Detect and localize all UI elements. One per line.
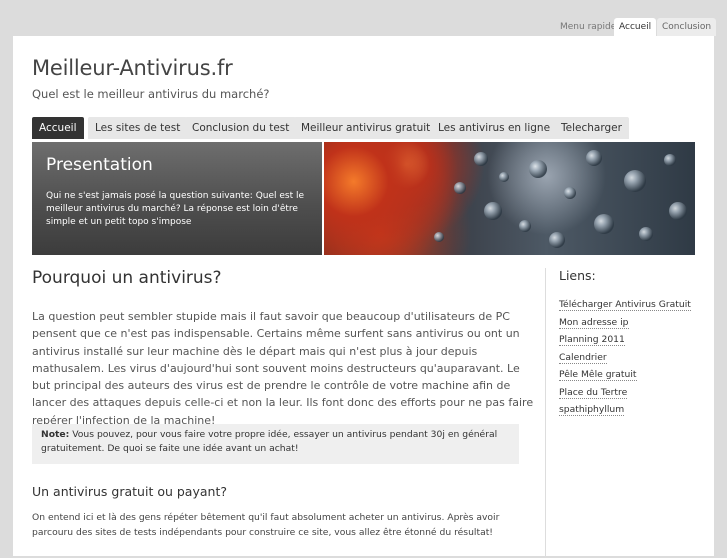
nav-item-telecharger[interactable]: Telecharger bbox=[554, 117, 629, 139]
nav-item-antivirus-en-ligne[interactable]: Les antivirus en ligne bbox=[431, 117, 558, 139]
nav-item-antivirus-gratuit[interactable]: Meilleur antivirus gratuit bbox=[294, 117, 438, 139]
quick-tab-accueil[interactable]: Accueil bbox=[614, 18, 657, 36]
note-text: Vous pouvez, pour vous faire votre propr… bbox=[41, 429, 498, 454]
article-subheading: Un antivirus gratuit ou payant? bbox=[32, 484, 227, 499]
sidebar-link[interactable]: Place du Tertre bbox=[559, 385, 699, 403]
banner-text: Qui ne s'est jamais posé la question sui… bbox=[46, 191, 305, 227]
article-paragraph: La question peut sembler stupide mais il… bbox=[32, 310, 534, 427]
banner-title: Presentation bbox=[46, 155, 153, 175]
banner-text-panel: Presentation Qui ne s'est jamais posé la… bbox=[32, 142, 322, 255]
sidebar-divider bbox=[545, 268, 546, 558]
note-label: Note: bbox=[41, 429, 70, 440]
quick-tab-conclusion[interactable]: Conclusion bbox=[657, 18, 717, 36]
nav-item-sites-de-test[interactable]: Les sites de test bbox=[88, 117, 188, 139]
sidebar-link[interactable]: Télécharger Antivirus Gratuit bbox=[559, 297, 699, 315]
site-tagline: Quel est le meilleur antivirus du marché… bbox=[32, 87, 270, 101]
top-bar: Menu rapide: Accueil Conclusion bbox=[0, 0, 727, 36]
quick-menu-label: Menu rapide: bbox=[560, 22, 620, 32]
page-container: Meilleur-Antivirus.fr Quel est le meille… bbox=[13, 36, 714, 558]
sidebar-link[interactable]: spathiphyllum bbox=[559, 402, 699, 420]
sidebar-title: Liens: bbox=[559, 268, 596, 283]
sidebar: Liens: Télécharger Antivirus Gratuit Mon… bbox=[559, 268, 699, 420]
presentation-banner: Presentation Qui ne s'est jamais posé la… bbox=[32, 142, 695, 255]
sidebar-link[interactable]: Mon adresse ip bbox=[559, 315, 699, 333]
banner-image bbox=[322, 142, 695, 255]
article-paragraph-2: On entend ici et là des gens répéter bêt… bbox=[32, 512, 500, 538]
sidebar-link[interactable]: Calendrier bbox=[559, 350, 699, 368]
note-box: Note: Vous pouvez, pour vous faire votre… bbox=[32, 424, 519, 464]
article-heading: Pourquoi un antivirus? bbox=[32, 268, 222, 288]
nav-item-conclusion-du-test[interactable]: Conclusion du test bbox=[185, 117, 297, 139]
sidebar-link[interactable]: Planning 2011 bbox=[559, 332, 699, 350]
sidebar-link[interactable]: Pêle Mêle gratuit bbox=[559, 367, 699, 385]
sidebar-links: Télécharger Antivirus Gratuit Mon adress… bbox=[559, 297, 699, 420]
site-title[interactable]: Meilleur-Antivirus.fr bbox=[32, 56, 233, 80]
nav-item-accueil[interactable]: Accueil bbox=[32, 117, 84, 139]
